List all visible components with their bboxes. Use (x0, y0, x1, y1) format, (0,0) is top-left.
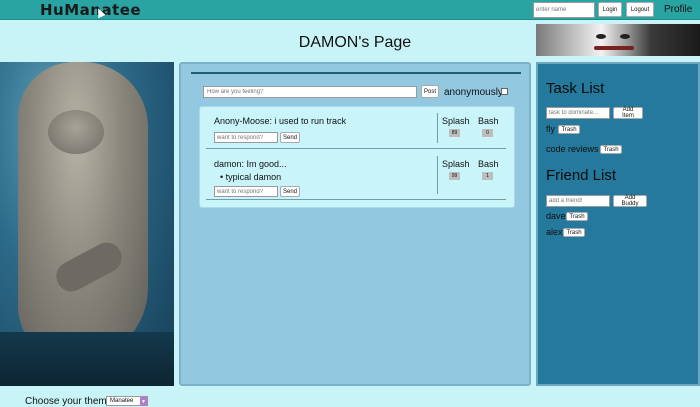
task-list-heading: Task List (546, 80, 605, 97)
add-item-button[interactable]: Add Item (613, 107, 643, 119)
friend-label: alex (546, 227, 563, 237)
anonymous-label: anonymously? (444, 87, 509, 98)
splash-count: 99 (449, 172, 460, 180)
banner-eye-shape (620, 34, 630, 39)
manatee-body-shape (18, 62, 148, 362)
post-text: damon: Im good... (214, 159, 287, 169)
vote-divider (437, 113, 438, 143)
send-button[interactable]: Send (280, 132, 300, 143)
bash-button[interactable]: Bash (478, 116, 499, 126)
bash-count: 0 (482, 129, 493, 137)
reply-input[interactable] (214, 186, 278, 197)
theme-label: Choose your theme: (25, 396, 116, 407)
header-banner-image (536, 24, 700, 56)
theme-selected-value: Manatee (110, 398, 134, 404)
sidebar-panel: Task List Add Item fly Trash code review… (536, 62, 700, 386)
post-button[interactable]: Post (421, 85, 439, 98)
app-logo[interactable]: HuManatee (40, 1, 141, 19)
post-item: damon: Im good... • typical damon Send S… (206, 154, 506, 200)
sea-floor-shape (0, 332, 174, 386)
feed-panel: Post anonymously? Anony-Moose: i used to… (179, 62, 531, 386)
status-input[interactable] (203, 86, 417, 98)
task-item: code reviews (546, 144, 599, 154)
send-button[interactable]: Send (280, 186, 300, 197)
task-input[interactable] (546, 107, 610, 119)
task-label: code reviews (546, 144, 599, 154)
top-bar: HuManatee Login Logout Profile (0, 0, 700, 20)
trash-button[interactable]: Trash (600, 145, 622, 154)
banner-eye-shape (596, 34, 606, 39)
anonymous-checkbox[interactable] (501, 88, 508, 95)
splash-button[interactable]: Splash (442, 116, 470, 126)
profile-link[interactable]: Profile (664, 4, 692, 15)
logout-button[interactable]: Logout (626, 2, 654, 17)
manatee-snout-shape (48, 110, 104, 154)
trash-button[interactable]: Trash (558, 125, 580, 134)
trash-button[interactable]: Trash (566, 212, 588, 221)
friend-input[interactable] (546, 195, 610, 207)
trash-button[interactable]: Trash (563, 228, 585, 237)
bash-button[interactable]: Bash (478, 159, 499, 169)
post-text: Anony-Moose: i used to run track (214, 116, 347, 126)
vote-divider (437, 156, 438, 194)
task-item: fly (546, 124, 555, 134)
friend-label: dave (546, 211, 566, 221)
reply-input[interactable] (214, 132, 278, 143)
friend-list-heading: Friend List (546, 167, 617, 184)
posts-list: Anony-Moose: i used to run track Send Sp… (199, 106, 515, 208)
feed-divider (191, 72, 521, 74)
bash-count: 1 (482, 172, 493, 180)
task-label: fly (546, 124, 555, 134)
splash-count: 89 (449, 129, 460, 137)
banner-mouth-shape (594, 46, 634, 50)
manatee-photo (0, 62, 174, 386)
post-bullet-text: typical damon (225, 172, 282, 182)
name-input[interactable] (533, 2, 595, 18)
splash-button[interactable]: Splash (442, 159, 470, 169)
theme-select[interactable]: Manatee ▼ (106, 396, 148, 406)
chevron-down-icon: ▼ (140, 397, 147, 406)
login-button[interactable]: Login (598, 2, 622, 17)
friend-item: alex (546, 227, 563, 237)
friend-item: dave (546, 211, 566, 221)
add-buddy-button[interactable]: Add Buddy (613, 195, 647, 207)
post-item: Anony-Moose: i used to run track Send Sp… (206, 111, 506, 149)
post-bullet: • typical damon (220, 172, 282, 182)
